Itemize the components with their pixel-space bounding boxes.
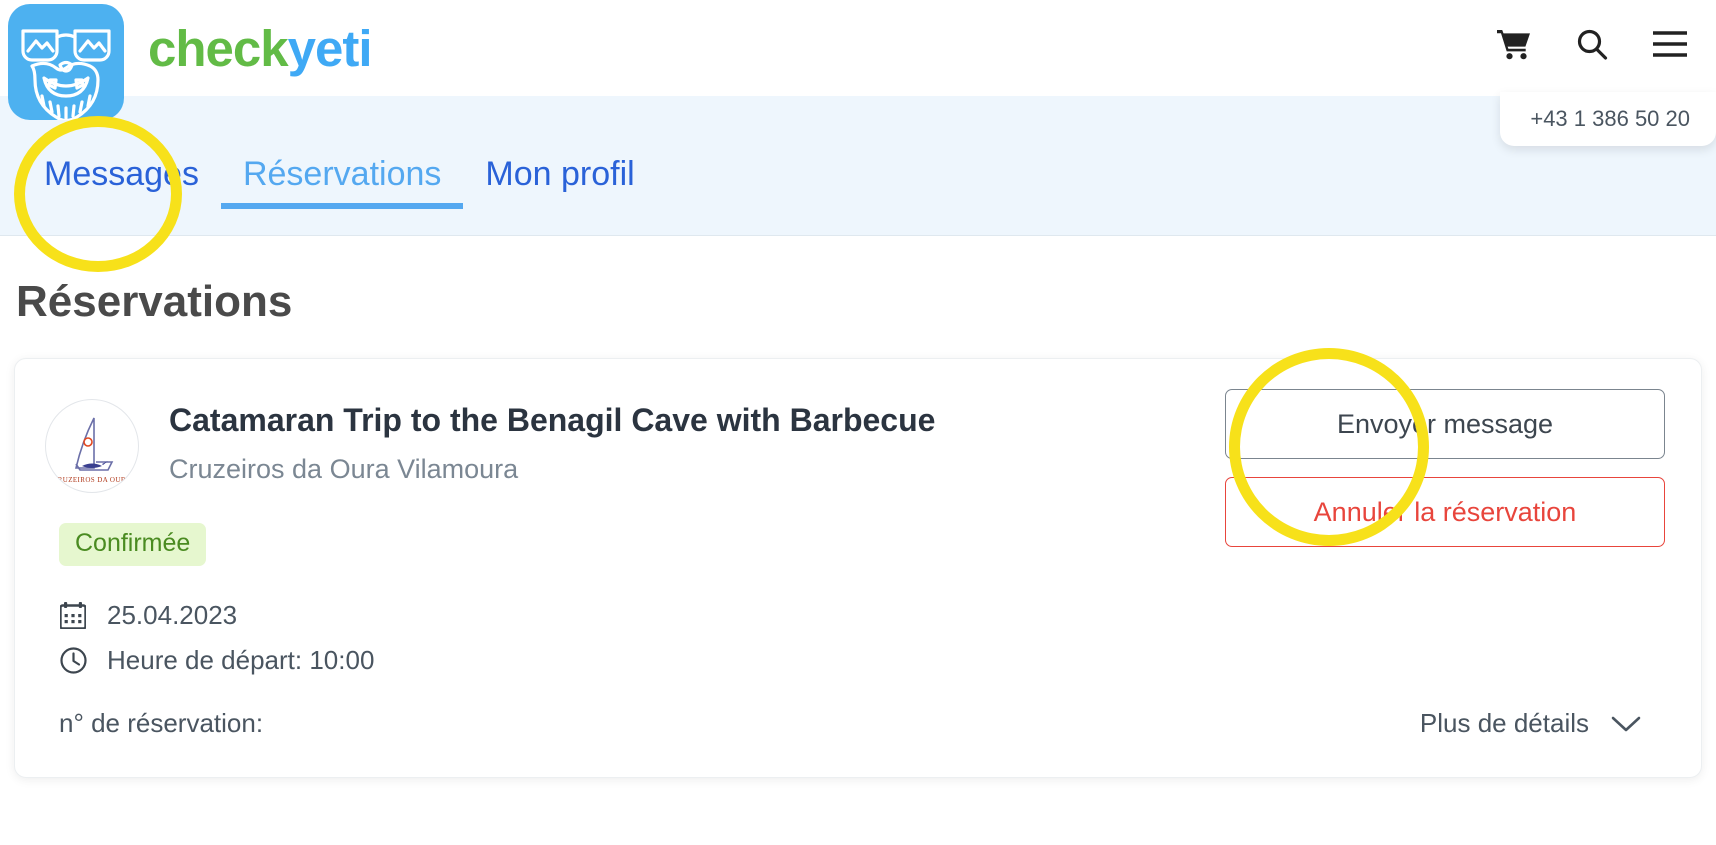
booking-date-row: 25.04.2023 xyxy=(59,600,1665,631)
send-message-button[interactable]: Envoyer message xyxy=(1225,389,1665,459)
phone-number-text: +43 1 386 50 20 xyxy=(1530,106,1690,131)
brand-wordmark[interactable]: checkyeti xyxy=(148,23,372,74)
sailboat-logo-icon: CRUZEIROS DA OURA xyxy=(45,399,139,493)
send-message-label: Envoyer message xyxy=(1336,408,1554,439)
svg-text:CRUZEIROS DA OURA: CRUZEIROS DA OURA xyxy=(53,476,132,484)
shopping-cart-icon[interactable] xyxy=(1496,26,1532,62)
cancel-reservation-label: Annuler la réservation xyxy=(1313,496,1577,527)
tab-messages[interactable]: Messages xyxy=(22,157,221,235)
tab-mon-profil-label: Mon profil xyxy=(485,155,635,193)
booking-time: Heure de départ: 10:00 xyxy=(107,645,375,676)
more-details-toggle[interactable]: Plus de détails xyxy=(1420,708,1665,739)
tab-messages-label: Messages xyxy=(44,155,199,193)
hamburger-menu-icon[interactable] xyxy=(1652,26,1688,62)
clock-icon xyxy=(59,647,87,675)
yeti-logo-icon[interactable] xyxy=(8,4,124,120)
cancel-reservation-button[interactable]: Annuler la réservation xyxy=(1225,477,1665,547)
chevron-down-icon xyxy=(1611,715,1641,733)
tab-mon-profil[interactable]: Mon profil xyxy=(463,157,656,235)
booking-info-list: 25.04.2023 Heure de départ: 10:00 xyxy=(45,600,1665,676)
more-details-label: Plus de détails xyxy=(1419,708,1589,739)
booking-time-row: Heure de départ: 10:00 xyxy=(59,645,1665,676)
header-actions xyxy=(1496,26,1688,62)
page-content: Réservations CRUZEIROS DA OURA Catamaran… xyxy=(0,236,1716,778)
booking-card-footer: n° de réservation: Plus de détails xyxy=(45,708,1665,739)
reservation-number-label: n° de réservation: xyxy=(59,708,264,739)
calendar-icon xyxy=(59,602,87,630)
brand-word-yeti: yeti xyxy=(287,19,373,77)
status-badge: Confirmée xyxy=(59,523,207,566)
site-header: checkyeti +43 1 386 50 20 xyxy=(0,0,1716,146)
account-tabbar: Messages Réservations Mon profil xyxy=(0,96,1716,236)
booking-card-actions: Envoyer message Annuler la réservation xyxy=(1225,389,1665,547)
booking-card: CRUZEIROS DA OURA Catamaran Trip to the … xyxy=(14,358,1702,778)
page-title: Réservations xyxy=(16,277,293,326)
search-icon[interactable] xyxy=(1574,26,1610,62)
phone-number-tooltip[interactable]: +43 1 386 50 20 xyxy=(1500,92,1716,146)
tab-reservations[interactable]: Réservations xyxy=(220,155,464,235)
booking-date: 25.04.2023 xyxy=(107,600,238,630)
brand-word-check: check xyxy=(148,19,289,77)
tab-reservations-label: Réservations xyxy=(242,155,442,193)
